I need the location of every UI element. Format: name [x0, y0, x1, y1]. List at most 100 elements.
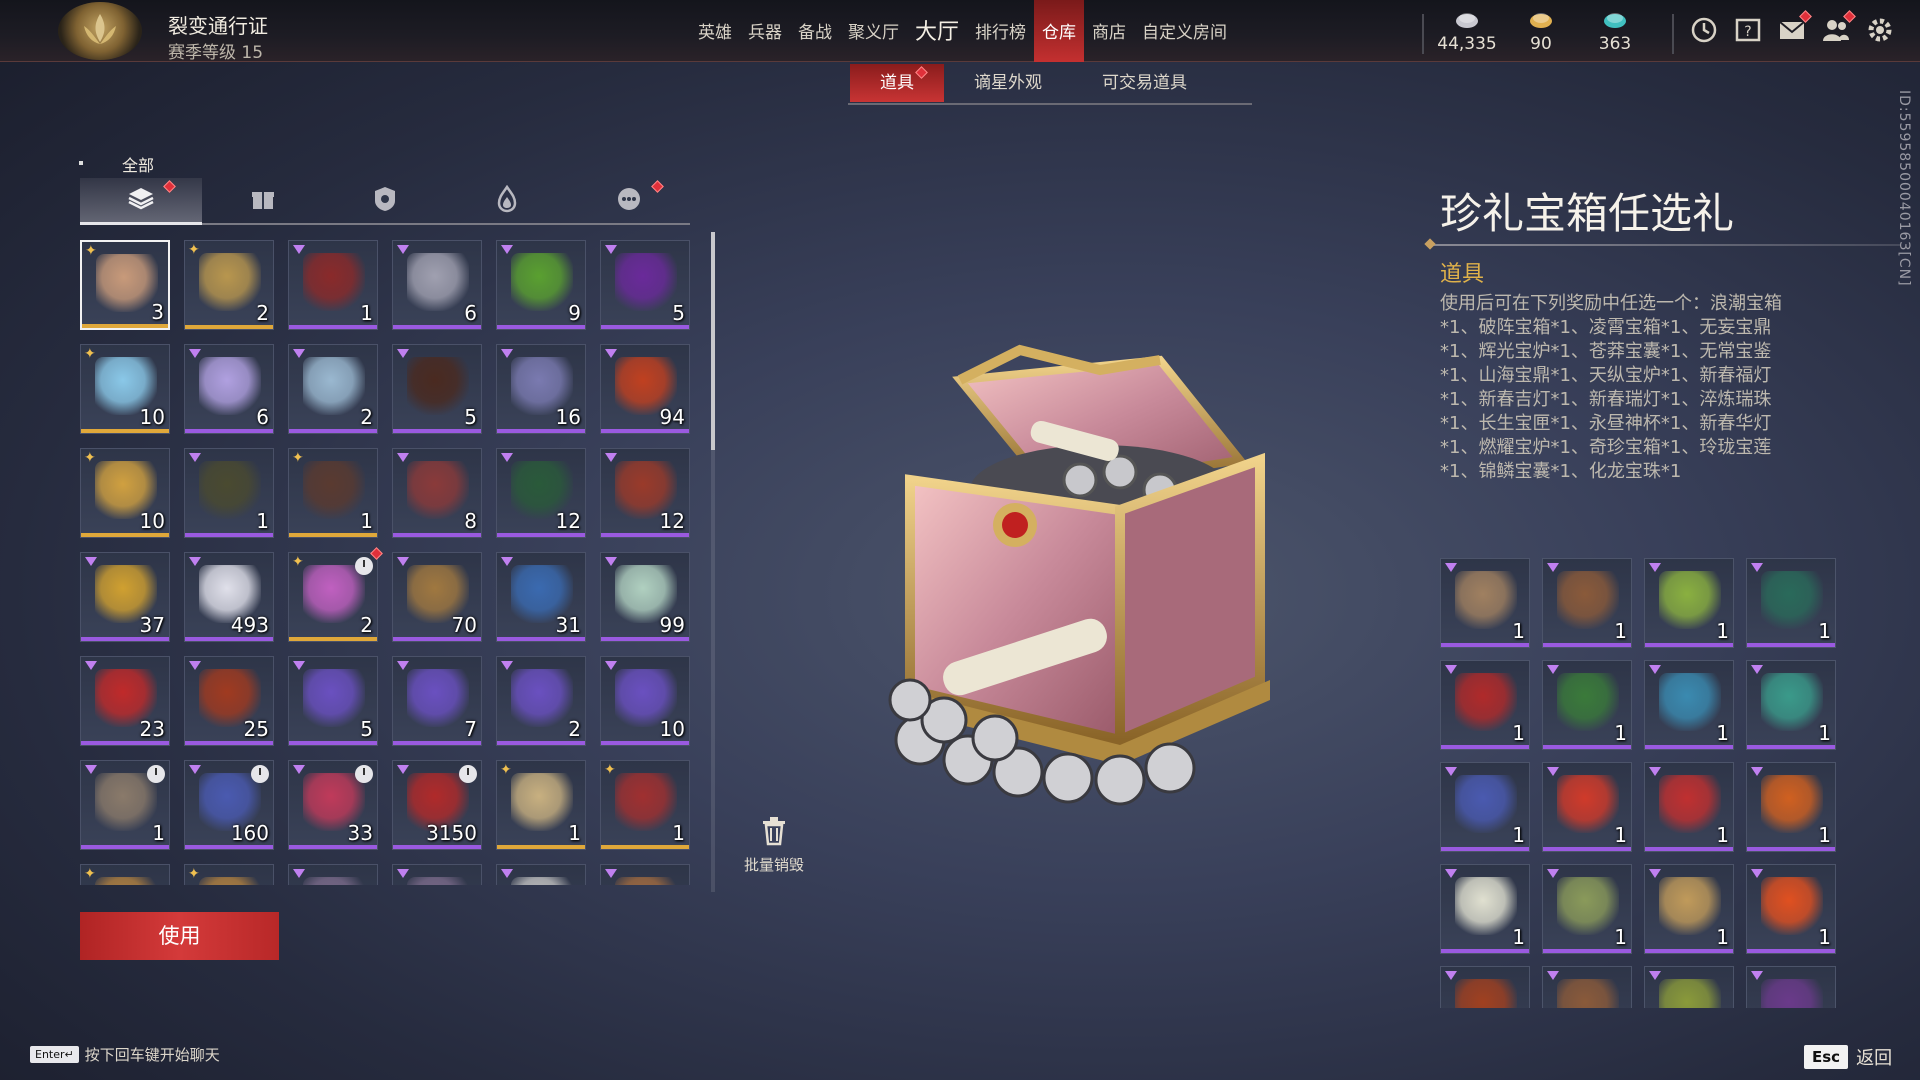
notification-dot	[915, 66, 928, 79]
inventory-slot[interactable]: 99	[600, 552, 690, 642]
reward-option-slot[interactable]: 1	[1644, 864, 1734, 954]
inventory-slot[interactable]: ✦	[184, 864, 274, 885]
help-icon[interactable]: ?	[1732, 14, 1764, 46]
history-icon[interactable]	[1688, 14, 1720, 46]
mail-icon[interactable]	[1776, 10, 1812, 46]
reward-option-slot[interactable]: 1	[1440, 660, 1530, 750]
inventory-slot[interactable]: ✦ 2	[288, 547, 383, 642]
batch-destroy-button[interactable]: 批量销毁	[738, 816, 810, 875]
inventory-slot[interactable]: 6	[184, 344, 274, 434]
reward-option-slot[interactable]: 1	[1644, 558, 1734, 648]
inventory-slot[interactable]: 5	[288, 656, 378, 746]
inventory-slot[interactable]: ✦ 2	[184, 240, 274, 330]
reward-option-slot[interactable]: 1	[1746, 660, 1836, 750]
inventory-slot[interactable]: ✦ 10	[80, 448, 170, 538]
reward-option-slot[interactable]	[1746, 966, 1836, 1008]
inventory-slot[interactable]: 1	[80, 760, 170, 850]
inventory-slot[interactable]: 16	[496, 344, 586, 434]
inventory-slot[interactable]: 31	[496, 552, 586, 642]
category-tab-0[interactable]	[80, 178, 202, 224]
reward-option-slot[interactable]: 1	[1542, 762, 1632, 852]
inventory-slot[interactable]: 70	[392, 552, 482, 642]
inventory-slot[interactable]: ✦ 10	[80, 344, 170, 434]
inventory-slot[interactable]: ✦	[80, 864, 170, 885]
inventory-slot[interactable]: 6	[392, 240, 482, 330]
nav-tab-7[interactable]: 商店	[1084, 0, 1134, 62]
inventory-slot[interactable]: 12	[496, 448, 586, 538]
inventory-slot[interactable]	[496, 864, 586, 885]
reward-option-slot[interactable]	[1644, 966, 1734, 1008]
category-tab-2[interactable]	[324, 178, 446, 224]
nav-tab-0[interactable]: 英雄	[690, 0, 740, 62]
reward-option-slot[interactable]: 1	[1644, 660, 1734, 750]
inventory-slot[interactable]: 1	[184, 448, 274, 538]
reward-option-slot[interactable]: 1	[1542, 558, 1632, 648]
inventory-slot[interactable]: 493	[184, 552, 274, 642]
inventory-slot[interactable]: 5	[600, 240, 690, 330]
reward-option-slot[interactable]: 1	[1746, 762, 1836, 852]
subtab-1[interactable]: 谪星外观	[944, 64, 1072, 102]
inventory-slot[interactable]: 2	[496, 656, 586, 746]
category-tab-1[interactable]	[202, 178, 324, 224]
season-pass-emblem[interactable]	[58, 2, 142, 60]
reward-option-slot[interactable]: 1	[1644, 762, 1734, 852]
nav-tab-3[interactable]: 聚义厅	[840, 0, 907, 62]
rarity-triangle-icon	[605, 245, 617, 254]
nav-tab-2[interactable]: 备战	[790, 0, 840, 62]
settings-icon[interactable]	[1864, 14, 1896, 46]
category-tab-4[interactable]	[568, 178, 690, 224]
inventory-slot[interactable]	[600, 864, 690, 885]
season-pass-title[interactable]: 裂变通行证	[168, 10, 268, 39]
inventory-slot[interactable]: 25	[184, 656, 274, 746]
inventory-slot[interactable]	[288, 864, 378, 885]
inventory-slot[interactable]: 10	[600, 656, 690, 746]
currency-bar: 44,335 90 363	[1430, 0, 1652, 62]
nav-tab-6[interactable]: 仓库	[1034, 0, 1085, 62]
reward-option-slot[interactable]: 1	[1440, 762, 1530, 852]
rarity-bar	[289, 325, 377, 329]
back-button[interactable]: Esc 返回	[1804, 1044, 1892, 1070]
use-button[interactable]: 使用	[80, 912, 279, 960]
inventory-slot[interactable]	[392, 864, 482, 885]
friends-icon[interactable]	[1820, 10, 1856, 46]
subtab-0[interactable]: 道具	[850, 64, 944, 102]
inventory-slot[interactable]: 33	[288, 760, 378, 850]
subtab-2[interactable]: 可交易道具	[1072, 64, 1217, 102]
inventory-scrollbar[interactable]	[711, 232, 715, 450]
inventory-slot[interactable]: 23	[80, 656, 170, 746]
inventory-slot[interactable]: 1	[288, 240, 378, 330]
reward-option-slot[interactable]: 1	[1440, 558, 1530, 648]
rarity-bar	[1441, 643, 1529, 647]
inventory-slot[interactable]: 7	[392, 656, 482, 746]
divider	[1672, 14, 1674, 54]
category-tab-3[interactable]	[446, 178, 568, 224]
inventory-slot[interactable]: 5	[392, 344, 482, 434]
nav-tab-1[interactable]: 兵器	[740, 0, 790, 62]
inventory-slot[interactable]: 2	[288, 344, 378, 434]
reward-option-slot[interactable]: 1	[1440, 864, 1530, 954]
reward-option-slot[interactable]: 1	[1746, 558, 1836, 648]
main-nav: 英雄 兵器 备战 聚义厅 大厅 排行榜 仓库 商店 自定义房间	[690, 0, 1235, 62]
reward-option-slot[interactable]: 1	[1542, 864, 1632, 954]
rarity-bar	[393, 741, 481, 745]
inventory-slot[interactable]: 8	[392, 448, 482, 538]
inventory-slot[interactable]: 12	[600, 448, 690, 538]
inventory-slot[interactable]: ✦ 1	[496, 760, 586, 850]
nav-tab-8[interactable]: 自定义房间	[1134, 0, 1235, 62]
reward-option-slot[interactable]: 1	[1542, 660, 1632, 750]
inventory-slot[interactable]: ✦ 1	[288, 448, 378, 538]
inventory-slot[interactable]: 3150	[392, 760, 482, 850]
inventory-slot[interactable]: 160	[184, 760, 274, 850]
inventory-slot[interactable]: 37	[80, 552, 170, 642]
inventory-slot[interactable]: 94	[600, 344, 690, 434]
inventory-slot[interactable]: ✦ 3	[80, 240, 170, 330]
reward-option-slot[interactable]: 1	[1746, 864, 1836, 954]
reward-option-slot[interactable]	[1542, 966, 1632, 1008]
nav-tab-4[interactable]: 大厅	[907, 0, 967, 62]
item-quantity: 493	[230, 613, 269, 637]
reward-option-slot[interactable]	[1440, 966, 1530, 1008]
gold-ingot-icon	[1528, 10, 1554, 30]
inventory-slot[interactable]: ✦ 1	[600, 760, 690, 850]
nav-tab-5[interactable]: 排行榜	[967, 0, 1034, 62]
inventory-slot[interactable]: 9	[496, 240, 586, 330]
